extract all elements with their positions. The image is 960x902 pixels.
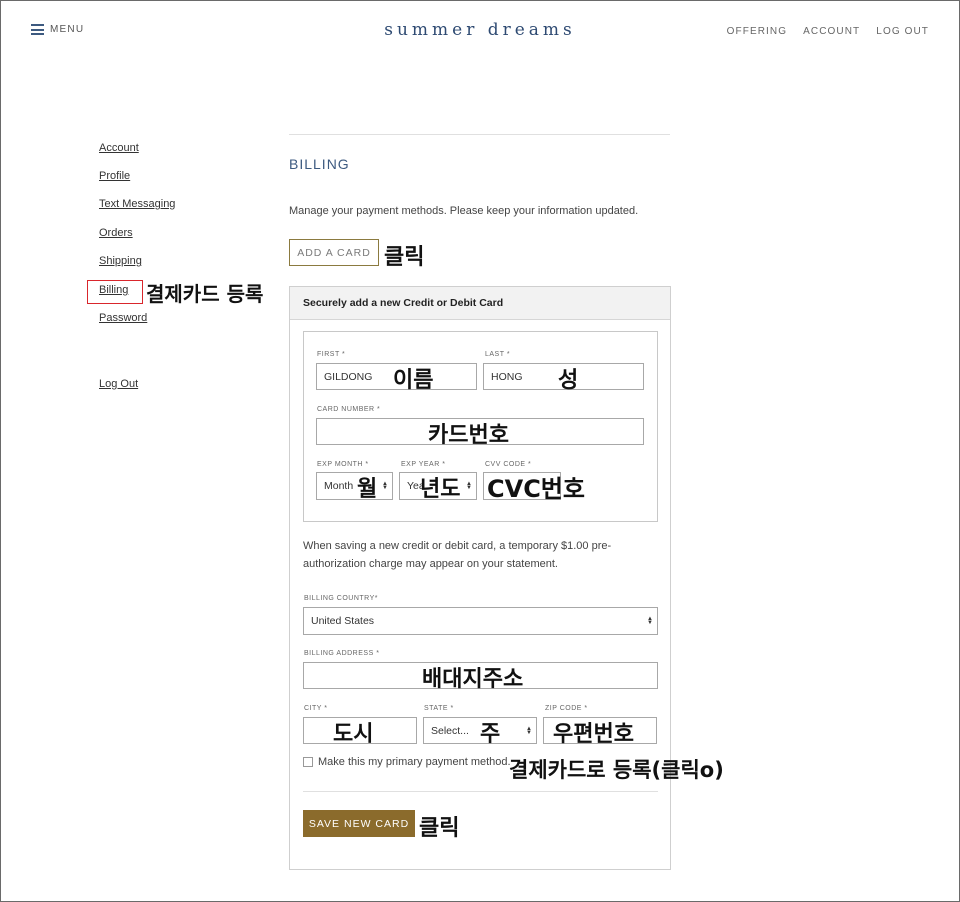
billing-country-label: BILLING COUNTRY* [304, 595, 378, 602]
annotation-state: 주 [480, 722, 501, 747]
annotation-billing-register: 결제카드 등록 [146, 282, 264, 306]
exp-month-select[interactable]: Month ▲ ▼ [316, 472, 393, 500]
annotation-card-number: 카드번호 [428, 423, 509, 448]
annotation-primary: 결제카드로 등록(클릭o) [509, 758, 724, 782]
annotation-zip: 우편번호 [553, 722, 634, 747]
add-card-button[interactable]: ADD A CARD [289, 239, 379, 266]
annotation-city: 도시 [333, 722, 374, 747]
select-caret-icon: ▲ ▼ [526, 725, 532, 736]
sidebar-item-password[interactable]: Password [99, 312, 147, 324]
annotation-month: 월 [357, 477, 378, 502]
primary-payment-label[interactable]: Make this my primary payment method. [318, 756, 511, 768]
billing-country-select[interactable]: United States ▲ ▼ [303, 607, 658, 635]
preauth-note: When saving a new credit or debit card, … [303, 540, 612, 570]
exp-year-label: EXP YEAR * [401, 461, 446, 468]
annotation-click-save: 클릭 [419, 816, 460, 841]
panel-header: Securely add a new Credit or Debit Card [290, 287, 670, 320]
panel-title: Securely add a new Credit or Debit Card [303, 297, 504, 309]
billing-highlight-box [87, 280, 143, 304]
sidebar-item-account[interactable]: Account [99, 142, 139, 154]
annotation-address: 배대지주소 [422, 667, 524, 692]
exp-month-label: EXP MONTH * [317, 461, 369, 468]
sidebar-item-orders[interactable]: Orders [99, 227, 133, 239]
billing-country-value: United States [311, 615, 375, 627]
city-label: CITY * [304, 705, 328, 712]
nav-account[interactable]: ACCOUNT [803, 26, 860, 37]
sidebar-item-shipping[interactable]: Shipping [99, 255, 142, 267]
annotation-first-name: 이름 [393, 368, 434, 393]
nav-logout[interactable]: LOG OUT [876, 26, 929, 37]
annotation-year: 년도 [420, 477, 461, 502]
sidebar-item-logout[interactable]: Log Out [99, 378, 138, 390]
zip-label: ZIP CODE * [545, 705, 588, 712]
last-name-label: LAST * [485, 351, 511, 358]
divider [303, 791, 658, 792]
billing-address-label: BILLING ADDRESS * [304, 650, 380, 657]
nav-offering[interactable]: OFFERING [727, 26, 787, 37]
card-number-label: CARD NUMBER * [317, 406, 381, 413]
annotation-cvc: CVC번호 [487, 475, 585, 503]
state-value: Select... [431, 724, 469, 737]
first-name-label: FIRST * [317, 351, 346, 358]
state-label: STATE * [424, 705, 454, 712]
divider [289, 134, 670, 135]
cvv-label: CVV CODE * [485, 461, 532, 468]
primary-payment-checkbox[interactable] [303, 757, 313, 767]
page-title: BILLING [289, 156, 350, 172]
annotation-last-name: 성 [558, 368, 579, 393]
save-new-card-button[interactable]: SAVE NEW CARD [303, 810, 415, 837]
sidebar-item-text-messaging[interactable]: Text Messaging [99, 198, 175, 210]
exp-month-value: Month [324, 480, 354, 492]
select-caret-icon: ▲ ▼ [466, 481, 472, 491]
annotation-click-add: 클릭 [384, 245, 425, 270]
select-caret-icon: ▲ ▼ [647, 616, 653, 626]
page-description: Manage your payment methods. Please keep… [289, 205, 639, 217]
top-nav: OFFERING ACCOUNT LOG OUT [727, 26, 929, 37]
sidebar-item-profile[interactable]: Profile [99, 170, 130, 182]
select-caret-icon: ▲ ▼ [382, 481, 388, 491]
